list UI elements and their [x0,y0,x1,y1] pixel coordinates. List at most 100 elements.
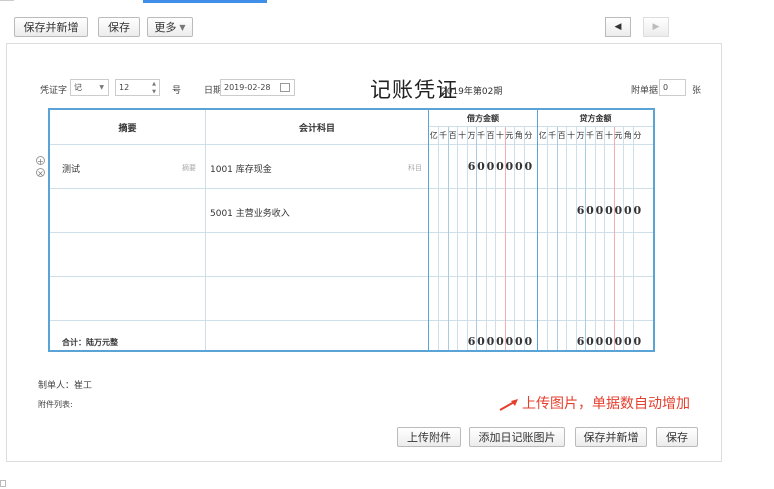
digit-unit-header: 十 [458,131,467,140]
amount-digit: 0 [586,204,594,217]
row1-account[interactable]: 1001 库存现金 [210,162,272,175]
digit-unit-header: 千 [477,131,486,140]
save-new-label: 保存并新增 [23,21,79,34]
digit-unit-header: 亿 [429,131,438,140]
annotation-arrow-icon [499,399,518,411]
stepper-arrows-icon[interactable]: ▲ ▼ [152,80,156,96]
amount-digit: 0 [623,335,632,348]
attachment-count-value: 0 [663,83,669,92]
digit-unit-header: 元 [505,131,514,140]
row-divider [50,276,653,277]
col-divider [537,110,538,350]
amount-digit: 0 [595,335,604,348]
footer-save-button[interactable]: 保存 [656,427,698,447]
row-divider [50,232,653,233]
amount-digit: 0 [514,335,523,348]
upload-annotation: 上传图片，单据数自动增加 [522,396,690,412]
amount-digit: 0 [496,335,504,348]
amount-digit: 0 [505,160,514,173]
add-row-icon[interactable]: + [36,156,45,166]
amount-digit: 0 [605,335,613,348]
attachment-count-unit: 张 [692,86,702,96]
row-divider [50,144,653,145]
row1-account-hint: 科目 [408,164,422,172]
calendar-icon[interactable] [280,83,290,92]
amount-digit: 0 [505,335,514,348]
voucher-number-suffix: 号 [172,86,182,96]
amount-digit: 6 [576,204,585,217]
attachments-list-label: 附件列表: [38,400,73,409]
amount-digit: 0 [524,335,533,348]
digit-unit-header: 百 [448,131,457,140]
digit-col-line [632,127,634,350]
digit-unit-header: 万 [576,131,585,140]
save-button[interactable]: 保存 [98,17,140,37]
amount-digit: 6 [576,335,585,348]
arrow-left-icon: ◀ [614,22,622,32]
digit-unit-header: 千 [548,131,557,140]
row-divider [50,320,653,321]
row-credit-amount: 6000000 [576,204,642,217]
digit-col-line [556,127,558,350]
tab-divider [0,0,14,1]
row2-account[interactable]: 5001 主营业务收入 [210,206,290,219]
amount-digit: 0 [633,204,642,217]
save-label: 保存 [108,21,130,34]
amount-digit: 0 [496,160,504,173]
digit-unit-header: 亿 [538,131,547,140]
save-new-button[interactable]: 保存并新增 [14,17,88,37]
add-journal-image-button[interactable]: 添加日记账图片 [469,427,565,447]
more-label: 更多 [154,21,177,34]
footer-save-new-label: 保存并新增 [583,431,639,444]
amount-digit: 0 [514,160,523,173]
row1-summary[interactable]: 测试 [62,162,80,175]
more-dropdown[interactable]: 更多 ▼ [147,17,193,37]
digit-unit-header: 百 [557,131,566,140]
voucher-entry-table: 摘要 会计科目 借方金额 贷方金额 亿千百十万千百十元角分亿千百十万千百十元角分… [48,108,655,352]
amount-digit: 0 [614,335,623,348]
row-divider [50,188,653,189]
digit-col-line [585,127,587,350]
upload-attachment-label: 上传附件 [407,431,451,444]
digit-col-line [623,127,625,350]
col-divider [205,110,206,350]
total-debit-amount: 6000000 [467,335,533,348]
corner-marker [0,480,6,487]
amount-digit: 0 [486,160,495,173]
digit-col-line [438,127,440,350]
digit-unit-header: 百 [486,131,495,140]
digit-unit-header: 分 [524,131,533,140]
digit-unit-header: 千 [586,131,595,140]
date-input[interactable]: 2019-02-28 [220,79,295,96]
voucher-word-label: 凭证字 [40,86,68,96]
account-header: 会计科目 [298,124,335,134]
digit-unit-header: 千 [439,131,448,140]
amount-digit: 0 [524,160,533,173]
date-value: 2019-02-28 [224,83,271,92]
add-journal-image-label: 添加日记账图片 [478,431,556,444]
prev-voucher-button[interactable]: ◀ [605,17,631,37]
total-credit-amount: 6000000 [576,335,642,348]
amount-digit: 0 [633,335,642,348]
digit-unit-header: 万 [467,131,476,140]
digit-col-line [447,127,449,350]
amount-header-divider [428,126,653,127]
next-voucher-button[interactable]: ▶ [643,17,669,37]
digit-unit-header: 十 [495,131,504,140]
credit-header: 贷方金额 [579,114,612,123]
voucher-word-select[interactable]: 记 ▼ [70,79,109,96]
digit-unit-header: 十 [567,131,576,140]
attachment-count-label: 附单据 [631,86,659,96]
delete-row-icon[interactable]: × [36,168,45,178]
digit-unit-header: 角 [514,131,523,140]
upload-attachment-button[interactable]: 上传附件 [397,427,461,447]
attachment-count-input[interactable]: 0 [659,79,686,96]
digit-unit-header: 分 [633,131,642,140]
chevron-down-icon: ▼ [99,84,104,91]
voucher-word-value: 记 [74,83,82,92]
digit-col-line [604,127,606,350]
arrow-right-icon: ▶ [652,22,660,32]
voucher-number-stepper[interactable]: 12 ▲ ▼ [115,79,160,96]
maker-label: 制单人：崔工 [38,381,93,391]
footer-save-new-button[interactable]: 保存并新增 [575,427,647,447]
